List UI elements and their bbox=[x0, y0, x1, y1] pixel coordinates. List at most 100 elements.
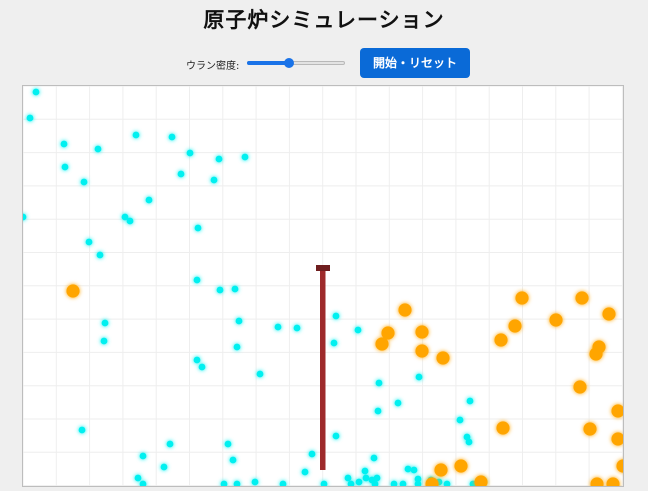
neutron bbox=[370, 454, 378, 462]
neutron bbox=[308, 450, 316, 458]
uranium-atom bbox=[494, 333, 508, 347]
uranium-atom bbox=[474, 475, 488, 486]
uranium-atom bbox=[602, 307, 616, 321]
neutron bbox=[32, 88, 40, 96]
neutron bbox=[355, 478, 363, 486]
neutron bbox=[456, 416, 464, 424]
neutron bbox=[233, 343, 241, 351]
neutron bbox=[215, 155, 223, 163]
control-bar: ウラン密度: 開始・リセット bbox=[0, 48, 648, 78]
uranium-atom bbox=[549, 313, 563, 327]
neutron bbox=[415, 373, 423, 381]
uranium-atom bbox=[575, 291, 589, 305]
neutron bbox=[224, 440, 232, 448]
neutron bbox=[210, 176, 218, 184]
uranium-atom bbox=[573, 380, 587, 394]
neutron bbox=[361, 467, 369, 475]
neutron bbox=[134, 474, 142, 482]
slider-thumb[interactable] bbox=[284, 58, 295, 68]
uranium-atom bbox=[66, 284, 80, 298]
uranium-atom bbox=[436, 351, 450, 365]
neutron bbox=[100, 337, 108, 345]
neutron bbox=[410, 466, 418, 474]
neutron bbox=[344, 474, 352, 482]
neutron bbox=[26, 114, 34, 122]
uranium-atom bbox=[590, 477, 604, 486]
neutron bbox=[220, 480, 228, 486]
neutron bbox=[374, 407, 382, 415]
start-reset-button[interactable]: 開始・リセット bbox=[360, 48, 470, 78]
neutron bbox=[139, 452, 147, 460]
neutron bbox=[465, 438, 473, 446]
neutron bbox=[375, 379, 383, 387]
uranium-density-slider[interactable] bbox=[247, 58, 345, 68]
uranium-atom bbox=[434, 463, 448, 477]
neutron bbox=[85, 238, 93, 246]
reactor-svg bbox=[23, 86, 623, 486]
neutron bbox=[80, 178, 88, 186]
neutron bbox=[194, 224, 202, 232]
uranium-atom bbox=[415, 344, 429, 358]
uranium-atom bbox=[375, 337, 389, 351]
neutron bbox=[139, 480, 147, 486]
uranium-atom bbox=[496, 421, 510, 435]
neutron bbox=[404, 465, 412, 473]
neutron bbox=[466, 397, 474, 405]
neutron bbox=[233, 480, 241, 486]
neutron bbox=[78, 426, 86, 434]
uranium-atom bbox=[515, 291, 529, 305]
neutron bbox=[394, 399, 402, 407]
slider-fill bbox=[247, 61, 290, 65]
page-title: 原子炉シミュレーション bbox=[203, 8, 445, 32]
reactor-canvas[interactable] bbox=[22, 85, 624, 487]
neutron bbox=[166, 440, 174, 448]
neutron bbox=[145, 196, 153, 204]
neutron bbox=[96, 251, 104, 259]
neutron bbox=[241, 153, 249, 161]
uranium-atom bbox=[611, 404, 623, 418]
neutron bbox=[193, 356, 201, 364]
neutron bbox=[301, 468, 309, 476]
uranium-atom bbox=[415, 325, 429, 339]
neutron bbox=[229, 456, 237, 464]
uranium-atom bbox=[611, 432, 623, 446]
neutron bbox=[60, 140, 68, 148]
neutron bbox=[274, 323, 282, 331]
neutron bbox=[231, 285, 239, 293]
neutron bbox=[61, 163, 69, 171]
control-rod-cap bbox=[316, 265, 330, 271]
neutron bbox=[399, 480, 407, 486]
neutron bbox=[293, 324, 301, 332]
control-rod bbox=[320, 267, 326, 470]
neutron bbox=[279, 480, 287, 486]
neutron bbox=[216, 286, 224, 294]
neutron bbox=[443, 480, 451, 486]
uranium-atom bbox=[583, 422, 597, 436]
neutron bbox=[347, 480, 355, 486]
neutron bbox=[354, 326, 362, 334]
uranium-atom bbox=[508, 319, 522, 333]
neutron bbox=[94, 145, 102, 153]
neutron bbox=[320, 480, 328, 486]
uranium-atom bbox=[606, 477, 620, 486]
neutron bbox=[168, 133, 176, 141]
neutron bbox=[186, 149, 194, 157]
uranium-atom bbox=[454, 459, 468, 473]
neutron bbox=[332, 432, 340, 440]
neutron bbox=[193, 276, 201, 284]
neutron bbox=[332, 312, 340, 320]
neutron bbox=[251, 478, 259, 486]
neutron bbox=[235, 317, 243, 325]
neutron bbox=[160, 463, 168, 471]
uranium-density-label: ウラン密度: bbox=[186, 61, 240, 72]
neutron bbox=[132, 131, 140, 139]
neutron bbox=[101, 319, 109, 327]
uranium-atom bbox=[589, 347, 603, 361]
neutron bbox=[256, 370, 264, 378]
uranium-atom bbox=[425, 477, 439, 486]
neutron bbox=[390, 480, 398, 486]
uranium-atom bbox=[616, 459, 623, 473]
neutron bbox=[362, 474, 370, 482]
neutron bbox=[330, 339, 338, 347]
neutron bbox=[126, 217, 134, 225]
